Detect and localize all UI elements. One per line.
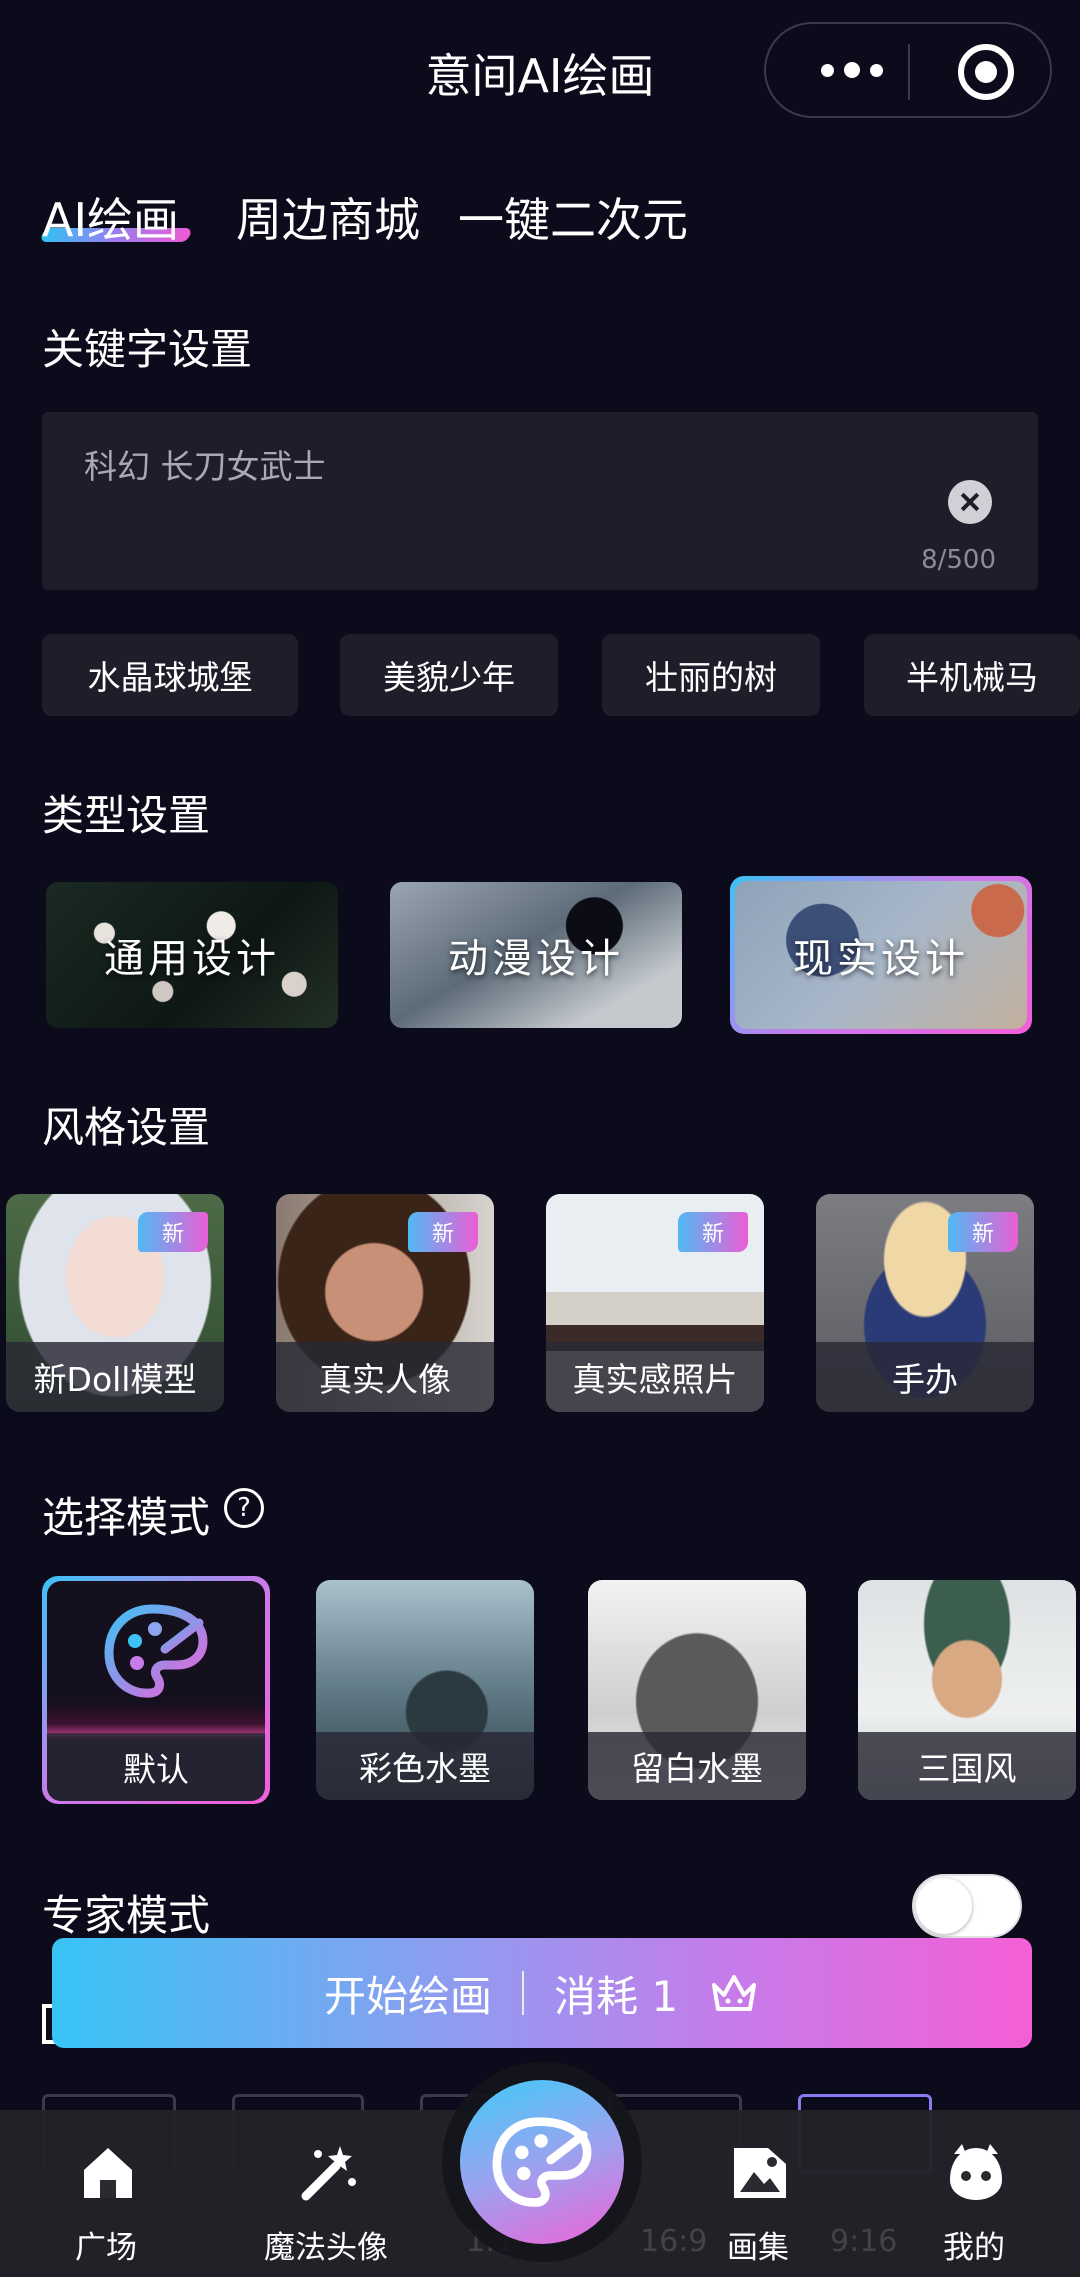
keyword-chip[interactable]: 半机械马 — [864, 634, 1080, 716]
tab-ai-painting[interactable]: AI绘画 — [42, 184, 179, 250]
mode-card-three-kingdoms[interactable]: 三国风 — [858, 1580, 1076, 1800]
tab-shop[interactable]: 周边商城 — [236, 184, 420, 250]
keyword-chip[interactable]: 美貌少年 — [340, 634, 558, 716]
style-section-title: 风格设置 — [42, 1103, 211, 1152]
style-card-doll[interactable]: 新 新Doll模型 — [6, 1194, 224, 1412]
start-painting-button[interactable]: 开始绘画 消耗 1 — [52, 1938, 1032, 2048]
start-button-divider — [521, 1971, 524, 2015]
style-card-label: 新Doll模型 — [6, 1342, 224, 1412]
mode-card-label: 三国风 — [858, 1732, 1076, 1800]
type-card-label: 现实设计 — [793, 936, 969, 982]
mode-card-label: 留白水墨 — [588, 1732, 806, 1800]
mode-card-blank-ink[interactable]: 留白水墨 — [588, 1580, 806, 1800]
style-card-label: 手办 — [816, 1342, 1034, 1412]
new-badge: 新 — [948, 1212, 1018, 1252]
type-card-anime[interactable]: 动漫设计 — [390, 882, 682, 1028]
keyword-section-title: 关键字设置 — [42, 325, 253, 374]
style-card-label: 真实人像 — [276, 1342, 494, 1412]
ratio-label-fragment: 9:16 — [830, 2224, 898, 2259]
crown-icon — [712, 1975, 757, 2011]
keyword-input-value[interactable]: 科幻 长刀女武士 — [84, 440, 326, 488]
capsule-divider — [908, 44, 910, 100]
new-badge: 新 — [408, 1212, 478, 1252]
type-section-title: 类型设置 — [42, 791, 211, 840]
gallery-icon — [734, 2148, 786, 2198]
type-card-label: 动漫设计 — [448, 936, 624, 982]
type-card-realistic[interactable]: 现实设计 — [735, 881, 1027, 1029]
mode-card-default[interactable]: 默认 — [47, 1581, 265, 1801]
palette-icon — [492, 2117, 592, 2207]
mode-section-title: 选择模式 — [42, 1493, 211, 1542]
style-card-figure[interactable]: 新 手办 — [816, 1194, 1034, 1412]
cost-label: 消耗 1 — [553, 1971, 679, 2021]
home-icon — [84, 2148, 132, 2198]
mode-card-label: 彩色水墨 — [316, 1732, 534, 1800]
expert-mode-label: 专家模式 — [42, 1891, 211, 1940]
tab-anime[interactable]: 一键二次元 — [458, 184, 688, 250]
style-card-label: 真实感照片 — [546, 1342, 764, 1412]
keyword-input[interactable] — [42, 412, 1038, 590]
nav-label: 广场 — [75, 2230, 137, 2266]
new-badge: 新 — [678, 1212, 748, 1252]
type-card-label: 通用设计 — [104, 936, 280, 982]
profile-face-icon — [950, 2144, 1002, 2200]
help-icon[interactable]: ? — [224, 1488, 264, 1528]
center-paint-button[interactable] — [460, 2080, 624, 2244]
mode-card-label: 默认 — [47, 1733, 265, 1801]
more-icon[interactable] — [802, 50, 902, 90]
palette-icon — [104, 1604, 208, 1698]
mode-card-color-ink[interactable]: 彩色水墨 — [316, 1580, 534, 1800]
type-card-general[interactable]: 通用设计 — [46, 882, 338, 1028]
nav-label: 画集 — [727, 2230, 789, 2266]
nav-label: 我的 — [943, 2230, 1005, 2266]
style-card-portrait[interactable]: 新 真实人像 — [276, 1194, 494, 1412]
nav-label: 魔法头像 — [264, 2230, 388, 2266]
clear-icon[interactable] — [948, 480, 992, 524]
keyword-chip[interactable]: 壮丽的树 — [602, 634, 820, 716]
keyword-chip[interactable]: 水晶球城堡 — [42, 634, 298, 716]
close-target-icon[interactable] — [958, 44, 1014, 100]
style-card-photo[interactable]: 新 真实感照片 — [546, 1194, 764, 1412]
toggle-knob — [916, 1878, 972, 1934]
new-badge: 新 — [138, 1212, 208, 1252]
start-painting-label: 开始绘画 — [323, 1971, 492, 2021]
keyword-char-count: 8/500 — [921, 545, 996, 575]
mini-program-capsule — [764, 22, 1052, 118]
magic-wand-icon — [301, 2146, 356, 2201]
